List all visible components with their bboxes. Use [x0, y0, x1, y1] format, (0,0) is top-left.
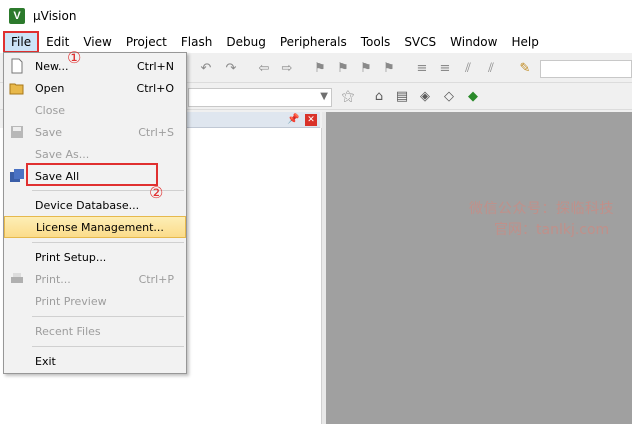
comment-icon[interactable]: ⫽	[459, 59, 477, 77]
back-icon[interactable]: ⇦	[255, 59, 273, 77]
save-icon	[11, 126, 23, 138]
watermark-line2: 官网：tanlkj.com	[494, 222, 610, 238]
menu-item-label: Print...	[35, 272, 71, 286]
menu-item-print-preview[interactable]: Print Preview	[4, 290, 186, 312]
chevron-down-icon: ▼	[320, 91, 328, 102]
menu-bar: File Edit View Project Flash Debug Perip…	[0, 31, 632, 53]
uncomment-icon[interactable]: ⫽	[482, 59, 500, 77]
indent-icon[interactable]: ≡	[413, 59, 431, 77]
editor-area	[326, 112, 632, 424]
bookmark-icon[interactable]: ⚑	[311, 59, 329, 77]
menu-item-exit[interactable]: Exit	[4, 350, 186, 372]
menu-debug[interactable]: Debug	[219, 31, 272, 53]
find-combo[interactable]	[540, 60, 632, 78]
find-in-files-icon[interactable]: ✎	[516, 59, 534, 77]
step-1-annotation: ①	[67, 48, 82, 67]
menu-item-label: Exit	[35, 354, 56, 368]
menu-item-shortcut: Ctrl+N	[136, 59, 174, 73]
menu-item-label: New...	[35, 59, 69, 73]
menu-item-shortcut: Ctrl+O	[136, 81, 174, 95]
title-bar: V µVision	[0, 0, 632, 31]
menu-item-license-management[interactable]: License Management...	[4, 216, 186, 238]
next-bookmark-icon[interactable]: ⚑	[357, 59, 375, 77]
pack-installer-icon[interactable]: ◇	[440, 87, 458, 105]
menu-item-label: Save As...	[35, 147, 90, 161]
menu-item-label: Save	[35, 125, 63, 139]
redo-icon[interactable]: ↷	[222, 59, 240, 77]
select-packs-icon[interactable]: ▤	[393, 87, 411, 105]
save-all-icon	[10, 169, 24, 182]
menu-separator	[32, 346, 184, 347]
clear-bookmarks-icon[interactable]: ⚑	[380, 59, 398, 77]
manage-project-icon[interactable]: ⌂	[370, 87, 388, 105]
run-time-environment-icon[interactable]: ◆	[464, 87, 482, 105]
step-2-annotation: ②	[149, 183, 164, 202]
outdent-icon[interactable]: ≡	[436, 59, 454, 77]
forward-icon[interactable]: ⇨	[278, 59, 296, 77]
menu-help[interactable]: Help	[504, 31, 545, 53]
license-highlight-box	[26, 163, 158, 186]
window-title: µVision	[33, 8, 77, 23]
menu-item-shortcut: Ctrl+P	[138, 272, 174, 286]
menu-peripherals[interactable]: Peripherals	[273, 31, 354, 53]
menu-item-label: Device Database...	[35, 198, 140, 212]
file-menu-dropdown: New... Ctrl+N Open Ctrl+O Close Save Ctr…	[3, 52, 187, 374]
open-folder-icon	[9, 83, 24, 95]
magic-wand-icon[interactable]: ⚝	[339, 87, 357, 105]
menu-item-new[interactable]: New... Ctrl+N	[4, 55, 186, 77]
menu-window[interactable]: Window	[443, 31, 504, 53]
close-icon[interactable]: ✕	[305, 114, 317, 126]
menu-item-close[interactable]: Close	[4, 99, 186, 121]
menu-item-shortcut: Ctrl+S	[138, 125, 174, 139]
menu-item-print-setup[interactable]: Print Setup...	[4, 246, 186, 268]
menu-item-label: Print Preview	[35, 294, 107, 308]
new-file-icon	[11, 58, 23, 74]
watermark-line1: 微信公众号：探临科技	[469, 201, 614, 217]
prev-bookmark-icon[interactable]: ⚑	[334, 59, 352, 77]
menu-item-save[interactable]: Save Ctrl+S	[4, 121, 186, 143]
menu-file[interactable]: File	[3, 31, 40, 53]
menu-flash[interactable]: Flash	[174, 31, 219, 53]
target-select[interactable]: ▼	[188, 88, 332, 107]
menu-item-label: Open	[35, 81, 65, 95]
menu-view[interactable]: View	[76, 31, 118, 53]
menu-separator	[32, 242, 184, 243]
menu-project[interactable]: Project	[119, 31, 174, 53]
project-panel-header	[184, 112, 320, 128]
menu-item-label: Print Setup...	[35, 250, 107, 264]
uvision-app-icon: V	[9, 7, 25, 24]
menu-item-open[interactable]: Open Ctrl+O	[4, 77, 186, 99]
menu-tools[interactable]: Tools	[354, 31, 398, 53]
menu-item-label: Recent Files	[35, 324, 101, 338]
menu-item-label: Close	[35, 103, 65, 117]
menu-item-label: License Management...	[36, 220, 164, 234]
printer-icon	[11, 273, 23, 283]
menu-item-print[interactable]: Print... Ctrl+P	[4, 268, 186, 290]
pin-icon[interactable]: 📌	[287, 114, 299, 125]
manage-components-icon[interactable]: ◈	[416, 87, 434, 105]
menu-item-save-as[interactable]: Save As...	[4, 143, 186, 165]
undo-icon[interactable]: ↶	[197, 59, 215, 77]
menu-svcs[interactable]: SVCS	[397, 31, 443, 53]
menu-separator	[32, 316, 184, 317]
menu-item-recent-files[interactable]: Recent Files	[4, 320, 186, 342]
